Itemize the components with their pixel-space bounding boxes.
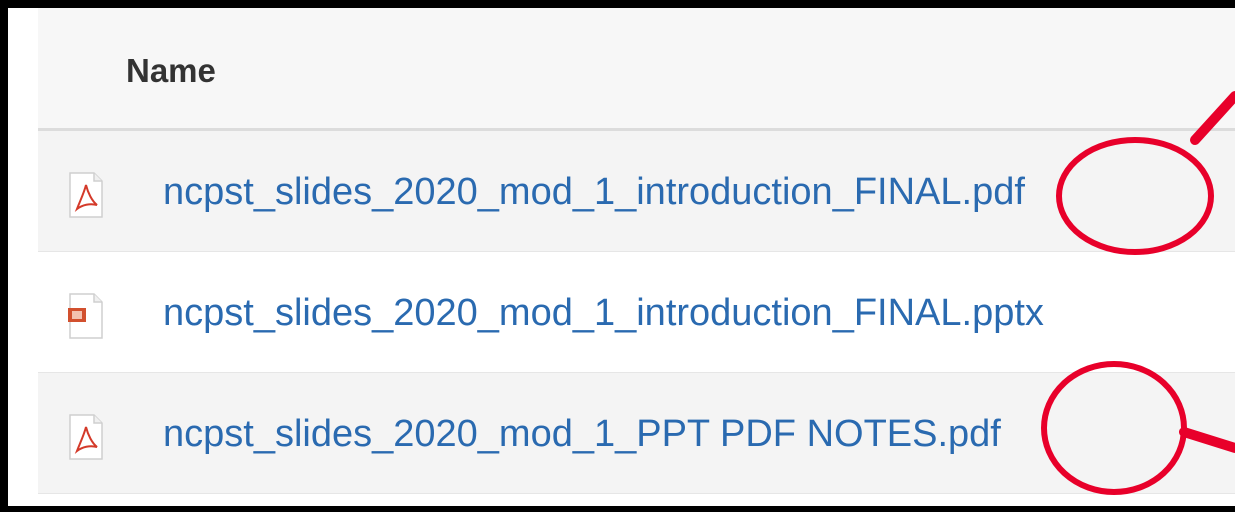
- table-header: Name: [38, 8, 1235, 131]
- table-row: [38, 494, 1235, 506]
- table-row[interactable]: ncpst_slides_2020_mod_1_introduction_FIN…: [38, 131, 1235, 252]
- pdf-file-icon: [69, 172, 103, 218]
- column-header-name[interactable]: Name: [126, 52, 216, 90]
- screenshot-frame: Name ncpst_slides_2020_mod_1_introductio…: [0, 0, 1235, 512]
- pptx-file-icon: [68, 293, 103, 339]
- file-link[interactable]: ncpst_slides_2020_mod_1_introduction_FIN…: [163, 292, 1044, 335]
- table-row[interactable]: ncpst_slides_2020_mod_1_PPT PDF NOTES.pd…: [38, 373, 1235, 494]
- file-link[interactable]: ncpst_slides_2020_mod_1_PPT PDF NOTES.pd…: [163, 413, 1001, 456]
- pdf-file-icon: [69, 414, 103, 460]
- table-row[interactable]: ncpst_slides_2020_mod_1_introduction_FIN…: [38, 252, 1235, 373]
- file-link[interactable]: ncpst_slides_2020_mod_1_introduction_FIN…: [163, 171, 1025, 214]
